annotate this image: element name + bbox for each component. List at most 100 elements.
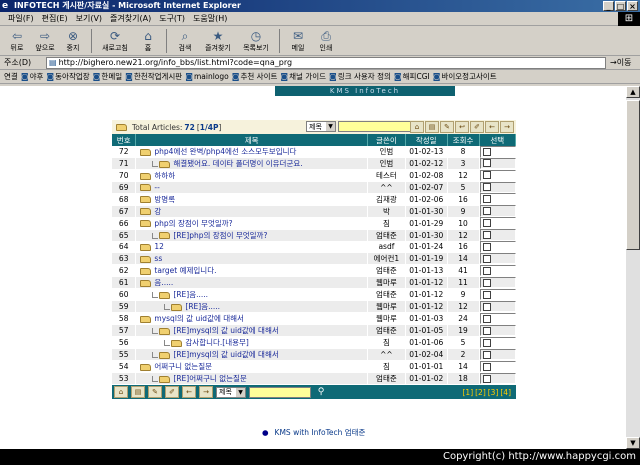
page-2[interactable]: [2]	[475, 388, 486, 397]
select-checkbox[interactable]	[482, 302, 491, 311]
row-subject[interactable]: 해결됐어요. 데이타 폴더명이 이유더군요.	[135, 157, 368, 171]
subject-link[interactable]: [RE]어쩌구니 없는질문	[173, 374, 246, 383]
row-subject[interactable]: ss	[135, 252, 368, 266]
row-subject[interactable]: 12	[135, 241, 368, 254]
select-checkbox[interactable]	[482, 183, 491, 192]
row-subject[interactable]: 어쩌구니 없는질문	[135, 360, 368, 374]
page-4[interactable]: [4]	[500, 388, 511, 397]
scroll-thumb[interactable]	[626, 100, 640, 250]
edit-icon[interactable]: ✐	[165, 386, 179, 399]
edit-icon[interactable]: ✐	[470, 121, 484, 133]
select-checkbox[interactable]	[482, 290, 491, 299]
link-item[interactable]: ◙ 동아작업장	[46, 71, 89, 82]
select-checkbox[interactable]	[482, 171, 491, 180]
link-item[interactable]: ◙ 한메일	[93, 71, 122, 82]
page-3[interactable]: [3]	[488, 388, 499, 397]
subject-link[interactable]: --	[154, 183, 159, 192]
menu-edit[interactable]: 편집(E)	[38, 13, 72, 24]
subject-link[interactable]: 감사합니다.[내용무]	[185, 338, 248, 347]
home-button[interactable]: ⌂ 홈	[135, 29, 161, 53]
scroll-down-icon[interactable]: ▼	[626, 437, 640, 449]
link-item[interactable]: ◙ 야후	[21, 71, 44, 82]
home-icon[interactable]: ⌂	[114, 386, 128, 399]
row-subject[interactable]: [RE]어쩌구니 없는질문	[135, 372, 368, 386]
reply-icon[interactable]: ↩	[455, 121, 469, 133]
list-icon[interactable]: ▤	[425, 121, 439, 133]
row-subject[interactable]: [RE]php의 장점이 무엇일까?	[135, 229, 368, 242]
stop-button[interactable]: ⊗ 중지	[60, 29, 86, 53]
subject-link[interactable]: 12	[154, 242, 164, 251]
select-checkbox[interactable]	[482, 338, 491, 347]
search-input-bottom[interactable]	[249, 386, 311, 398]
row-subject[interactable]: [RE]mysql의 값 uid값에 대해서	[135, 324, 368, 338]
subject-link[interactable]: 방명록	[154, 195, 175, 204]
row-subject[interactable]: 방명록	[135, 193, 368, 206]
favorites-button[interactable]: ★ 즐겨찾기	[200, 29, 236, 53]
row-subject[interactable]: --	[135, 181, 368, 194]
next-icon[interactable]: →	[199, 386, 213, 399]
subject-link[interactable]: php4에선 완벽/php4에선 소스모두보입니다	[154, 147, 296, 156]
select-checkbox[interactable]	[482, 147, 491, 156]
page-1[interactable]: [1]	[463, 388, 474, 397]
subject-link[interactable]: 어쩌구니 없는질문	[154, 362, 212, 371]
menu-favorites[interactable]: 즐겨찾기(A)	[106, 13, 155, 24]
subject-link[interactable]: [RE]mysql의 값 uid값에 대해서	[173, 350, 278, 359]
row-subject[interactable]: 음.....	[135, 276, 368, 290]
home-icon[interactable]: ⌂	[410, 121, 424, 133]
subject-link[interactable]: 해결됐어요. 데이타 폴더명이 이유더군요.	[173, 159, 302, 168]
select-checkbox[interactable]	[482, 218, 491, 227]
row-subject[interactable]: php4에선 완벽/php4에선 소스모두보입니다	[135, 146, 368, 159]
mail-button[interactable]: ✉ 메일	[285, 29, 311, 53]
write-icon[interactable]: ✎	[148, 386, 162, 399]
row-subject[interactable]: 하하하	[135, 169, 368, 183]
history-button[interactable]: ◷ 목록보기	[238, 29, 274, 53]
subject-link[interactable]: [RE]mysql의 값 uid값에 대해서	[173, 326, 278, 335]
address-input[interactable]: ▤ http://bighero.new21.org/info_bbs/list…	[46, 56, 606, 69]
select-checkbox[interactable]	[482, 266, 491, 275]
row-subject[interactable]: php의 장점이 무엇일까?	[135, 217, 368, 230]
next-icon[interactable]: →	[500, 121, 514, 133]
select-checkbox[interactable]	[482, 374, 491, 383]
row-subject[interactable]: 감사합니다.[내용무]	[135, 336, 368, 350]
select-checkbox[interactable]	[482, 350, 491, 359]
forward-arrow-button[interactable]: ⇨ 앞으로	[32, 29, 58, 53]
menu-help[interactable]: 도움말(H)	[189, 13, 231, 24]
select-checkbox[interactable]	[482, 314, 491, 323]
select-checkbox[interactable]	[482, 326, 491, 335]
select-checkbox[interactable]	[482, 362, 491, 371]
binocular-icon[interactable]: ⚲	[314, 387, 328, 397]
subject-link[interactable]: [RE]음.....	[173, 290, 208, 299]
menu-tools[interactable]: 도구(T)	[155, 13, 189, 24]
vertical-scrollbar[interactable]: ▲ ▼	[626, 86, 640, 449]
menu-view[interactable]: 보기(V)	[72, 13, 106, 24]
go-button[interactable]: →이동	[610, 57, 631, 68]
link-item[interactable]: ◙ 추천 사이트	[232, 71, 278, 82]
subject-link[interactable]: 강	[154, 207, 161, 216]
refresh-button[interactable]: ⟳ 새로고침	[97, 29, 133, 53]
select-checkbox[interactable]	[482, 278, 491, 287]
link-item[interactable]: ◙ 링크 사용자 정의	[329, 71, 391, 82]
row-subject[interactable]: [RE]mysql의 값 uid값에 대해서	[135, 348, 368, 362]
row-subject[interactable]: [RE]음.....	[135, 288, 368, 302]
link-item[interactable]: ◙ mainlogo	[185, 72, 229, 81]
select-checkbox[interactable]	[482, 159, 491, 168]
search-field-select-bottom[interactable]: 제목 ▼	[216, 386, 246, 398]
select-checkbox[interactable]	[482, 206, 491, 215]
subject-link[interactable]: php의 장점이 무엇일까?	[154, 219, 232, 228]
prev-icon[interactable]: ←	[485, 121, 499, 133]
row-subject[interactable]: mysql의 값 uid값에 대해서	[135, 312, 368, 326]
search-button[interactable]: ⌕ 검색	[172, 29, 198, 53]
subject-link[interactable]: 음.....	[154, 278, 173, 287]
subject-link[interactable]: [RE]php의 장점이 무엇일까?	[173, 231, 267, 240]
select-checkbox[interactable]	[482, 230, 491, 239]
scroll-up-icon[interactable]: ▲	[626, 86, 640, 98]
row-subject[interactable]: [RE]음.....	[135, 300, 368, 314]
subject-link[interactable]: [RE]음.....	[185, 302, 220, 311]
subject-link[interactable]: 하하하	[154, 171, 175, 180]
back-arrow-button[interactable]: ⇦ 뒤로	[4, 29, 30, 53]
minimize-button[interactable]: _	[603, 1, 614, 11]
subject-link[interactable]: mysql의 값 uid값에 대해서	[154, 314, 244, 323]
maximize-button[interactable]: □	[615, 1, 626, 11]
select-checkbox[interactable]	[482, 254, 491, 263]
list-icon[interactable]: ▤	[131, 386, 145, 399]
